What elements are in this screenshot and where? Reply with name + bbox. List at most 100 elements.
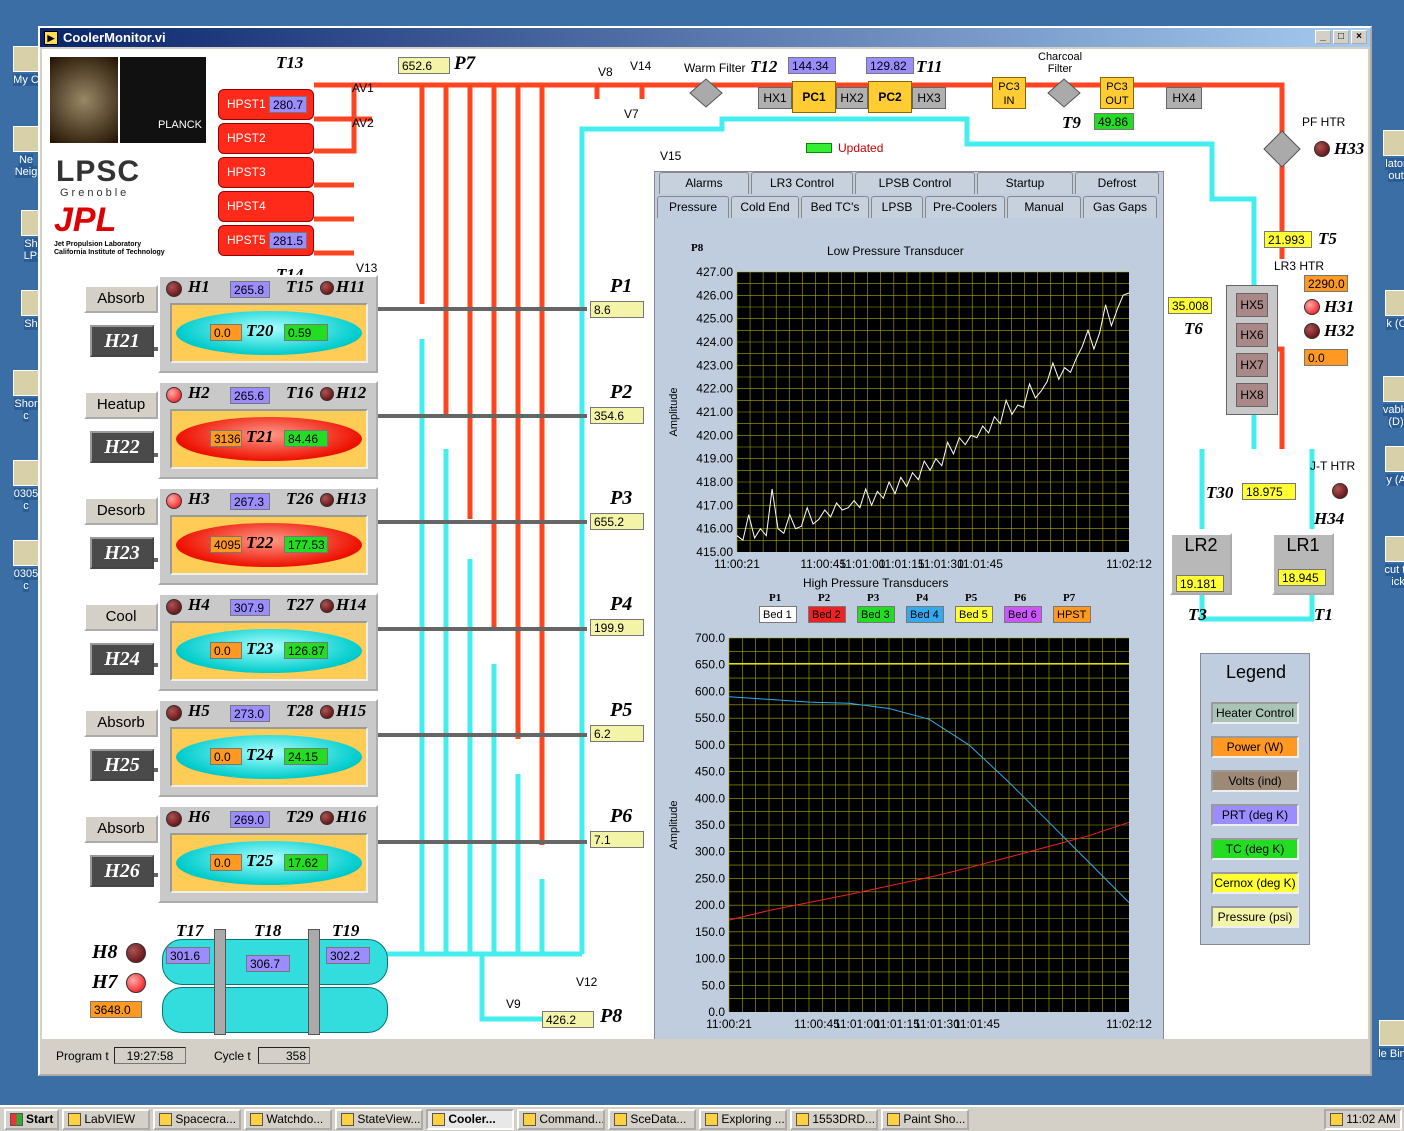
- taskbar: Start LabVIEW Spacecra... Watchdo... StateV…: [0, 1105, 1404, 1131]
- tab-manual[interactable]: Manual: [1007, 196, 1081, 218]
- close-button[interactable]: ×: [1351, 30, 1367, 44]
- bed-gasgap-led[interactable]: [320, 811, 334, 825]
- taskbar-item[interactable]: Paint Sho...: [881, 1108, 970, 1130]
- hpst-tank-1: HPST1 280.7: [218, 89, 314, 120]
- t6-label: T6: [1184, 319, 1203, 338]
- bed-gasgap-led[interactable]: [320, 387, 334, 401]
- bed-heater-button-2[interactable]: H22: [90, 431, 154, 463]
- bed-gasgap-led[interactable]: [320, 493, 334, 507]
- chart2-title: High Pressure Transducers: [803, 576, 949, 590]
- legend-item: Cernox (deg K): [1211, 872, 1299, 894]
- bed-temp-label: T27: [286, 595, 314, 614]
- bed-gasgap-led[interactable]: [320, 281, 334, 295]
- taskbar-item[interactable]: Exploring ...: [699, 1108, 788, 1130]
- taskbar-item[interactable]: Cooler...: [426, 1108, 515, 1130]
- v13-label: V13: [356, 261, 378, 275]
- bed-pressure-value: 655.2: [590, 513, 644, 530]
- taskbar-item[interactable]: LabVIEW: [62, 1108, 151, 1130]
- desktop-icon[interactable]: y (A): [1380, 446, 1404, 486]
- taskbar-item-label: LabVIEW: [84, 1111, 136, 1126]
- tab-cold-end[interactable]: Cold End: [731, 196, 799, 218]
- charcoal-filter-label: Charcoal Filter: [1038, 51, 1083, 75]
- x-tick-label: 11:02:12: [1106, 557, 1152, 571]
- taskbar-item[interactable]: Spacecra...: [153, 1108, 242, 1130]
- v15-label: V15: [660, 149, 682, 163]
- taskbar-item[interactable]: 1553DRD...: [790, 1108, 879, 1130]
- t5-value: 21.993: [1264, 231, 1312, 248]
- v8-label: V8: [598, 65, 613, 79]
- bed-heater-button-4[interactable]: H24: [90, 643, 154, 675]
- tab-lpsb-control[interactable]: LPSB Control: [855, 172, 975, 194]
- title-bar[interactable]: ▶ CoolerMonitor.vi _ □ ×: [40, 28, 1370, 47]
- bed-heater-button-1[interactable]: H21: [90, 325, 154, 357]
- bed-heater-led[interactable]: [166, 493, 182, 509]
- bed-mode-2: Heatup: [84, 391, 158, 419]
- taskbar-item-label: SceData...: [630, 1111, 687, 1126]
- h32-label: H32: [1324, 321, 1355, 340]
- bed-heater-button-6[interactable]: H26: [90, 855, 154, 887]
- y-tick-label: 550.0: [695, 711, 725, 725]
- taskbar-item[interactable]: Command...: [517, 1108, 606, 1130]
- h31-led[interactable]: [1304, 299, 1320, 315]
- bed-heater-button-3[interactable]: H23: [90, 537, 154, 569]
- tab-gas-gaps[interactable]: Gas Gaps: [1083, 196, 1157, 218]
- h33-led[interactable]: [1314, 141, 1330, 157]
- bed-heater-led[interactable]: [166, 281, 182, 297]
- start-button[interactable]: Start: [4, 1108, 60, 1130]
- shortcut-icon: [13, 46, 39, 72]
- bed-tc-label: T24: [246, 745, 274, 764]
- h7-led[interactable]: [126, 973, 146, 993]
- t9-value: 49.86: [1094, 113, 1134, 130]
- bed-heater-button-5[interactable]: H25: [90, 749, 154, 781]
- taskbar-item[interactable]: Watchdo...: [244, 1108, 333, 1130]
- desktop-icon[interactable]: cut to ick: [1380, 536, 1404, 588]
- tab-lr3-control[interactable]: LR3 Control: [751, 172, 853, 194]
- tab-startup[interactable]: Startup: [977, 172, 1073, 194]
- h8-led[interactable]: [126, 943, 146, 963]
- maximize-button[interactable]: □: [1333, 30, 1349, 44]
- desktop-icon[interactable]: vable (D): [1378, 376, 1404, 428]
- x-tick-label: 11:00:21: [714, 557, 760, 571]
- hpst-tank-2: HPST2: [218, 123, 314, 154]
- legend-entry: Bed 5: [955, 606, 993, 623]
- hpst-tank-3: HPST3: [218, 157, 314, 188]
- bed-gasgap-led[interactable]: [320, 599, 334, 613]
- bed-mode-4: Cool: [84, 603, 158, 631]
- cycle-time-value: 358: [258, 1047, 310, 1064]
- tab-bed-tc-s[interactable]: Bed TC's: [801, 196, 869, 218]
- tab-lpsb[interactable]: LPSB: [871, 196, 923, 218]
- legend-tag: P7: [1063, 592, 1076, 604]
- tab-pressure[interactable]: Pressure: [657, 196, 729, 218]
- desktop-icon-label: cut to ick: [1384, 564, 1404, 588]
- bed-temp-label: T26: [286, 489, 314, 508]
- bed-core: 0.0 T24 24.15: [176, 735, 362, 779]
- taskbar-item[interactable]: SceData...: [608, 1108, 697, 1130]
- bed-prt-value: 307.9: [230, 599, 270, 616]
- bed-tc-label: T20: [246, 321, 274, 340]
- h34-led[interactable]: [1332, 483, 1348, 499]
- tab-pre-coolers[interactable]: Pre-Coolers: [925, 196, 1005, 218]
- tab-defrost[interactable]: Defrost: [1075, 172, 1159, 194]
- desktop-icon[interactable]: k (C:: [1380, 290, 1404, 330]
- bed-gasgap-led[interactable]: [320, 705, 334, 719]
- bed-heater-led[interactable]: [166, 387, 182, 403]
- desktop-icon-label: 0305 c: [13, 568, 39, 592]
- taskbar-item[interactable]: StateView...: [335, 1108, 424, 1130]
- hpst-name: HPST3: [227, 165, 266, 179]
- bed-inner: 0.0 T24 24.15: [170, 727, 368, 787]
- tray-icon: [1330, 1112, 1344, 1126]
- bed-mode-6: Absorb: [84, 815, 158, 843]
- hx3-box: HX3: [912, 87, 946, 109]
- app-icon: [887, 1112, 901, 1126]
- h32-led[interactable]: [1304, 323, 1320, 339]
- bed-heater-led[interactable]: [166, 811, 182, 827]
- pf-htr-label: PF HTR: [1302, 115, 1346, 129]
- bed-heater-led[interactable]: [166, 705, 182, 721]
- t17-label: T17: [176, 921, 204, 940]
- desktop-icon[interactable]: lator out: [1378, 130, 1404, 182]
- y-tick-label: 420.00: [696, 428, 733, 442]
- tab-alarms[interactable]: Alarms: [659, 172, 749, 194]
- desktop-icon[interactable]: le Bin: [1374, 1020, 1404, 1060]
- minimize-button[interactable]: _: [1315, 30, 1331, 44]
- bed-heater-led[interactable]: [166, 599, 182, 615]
